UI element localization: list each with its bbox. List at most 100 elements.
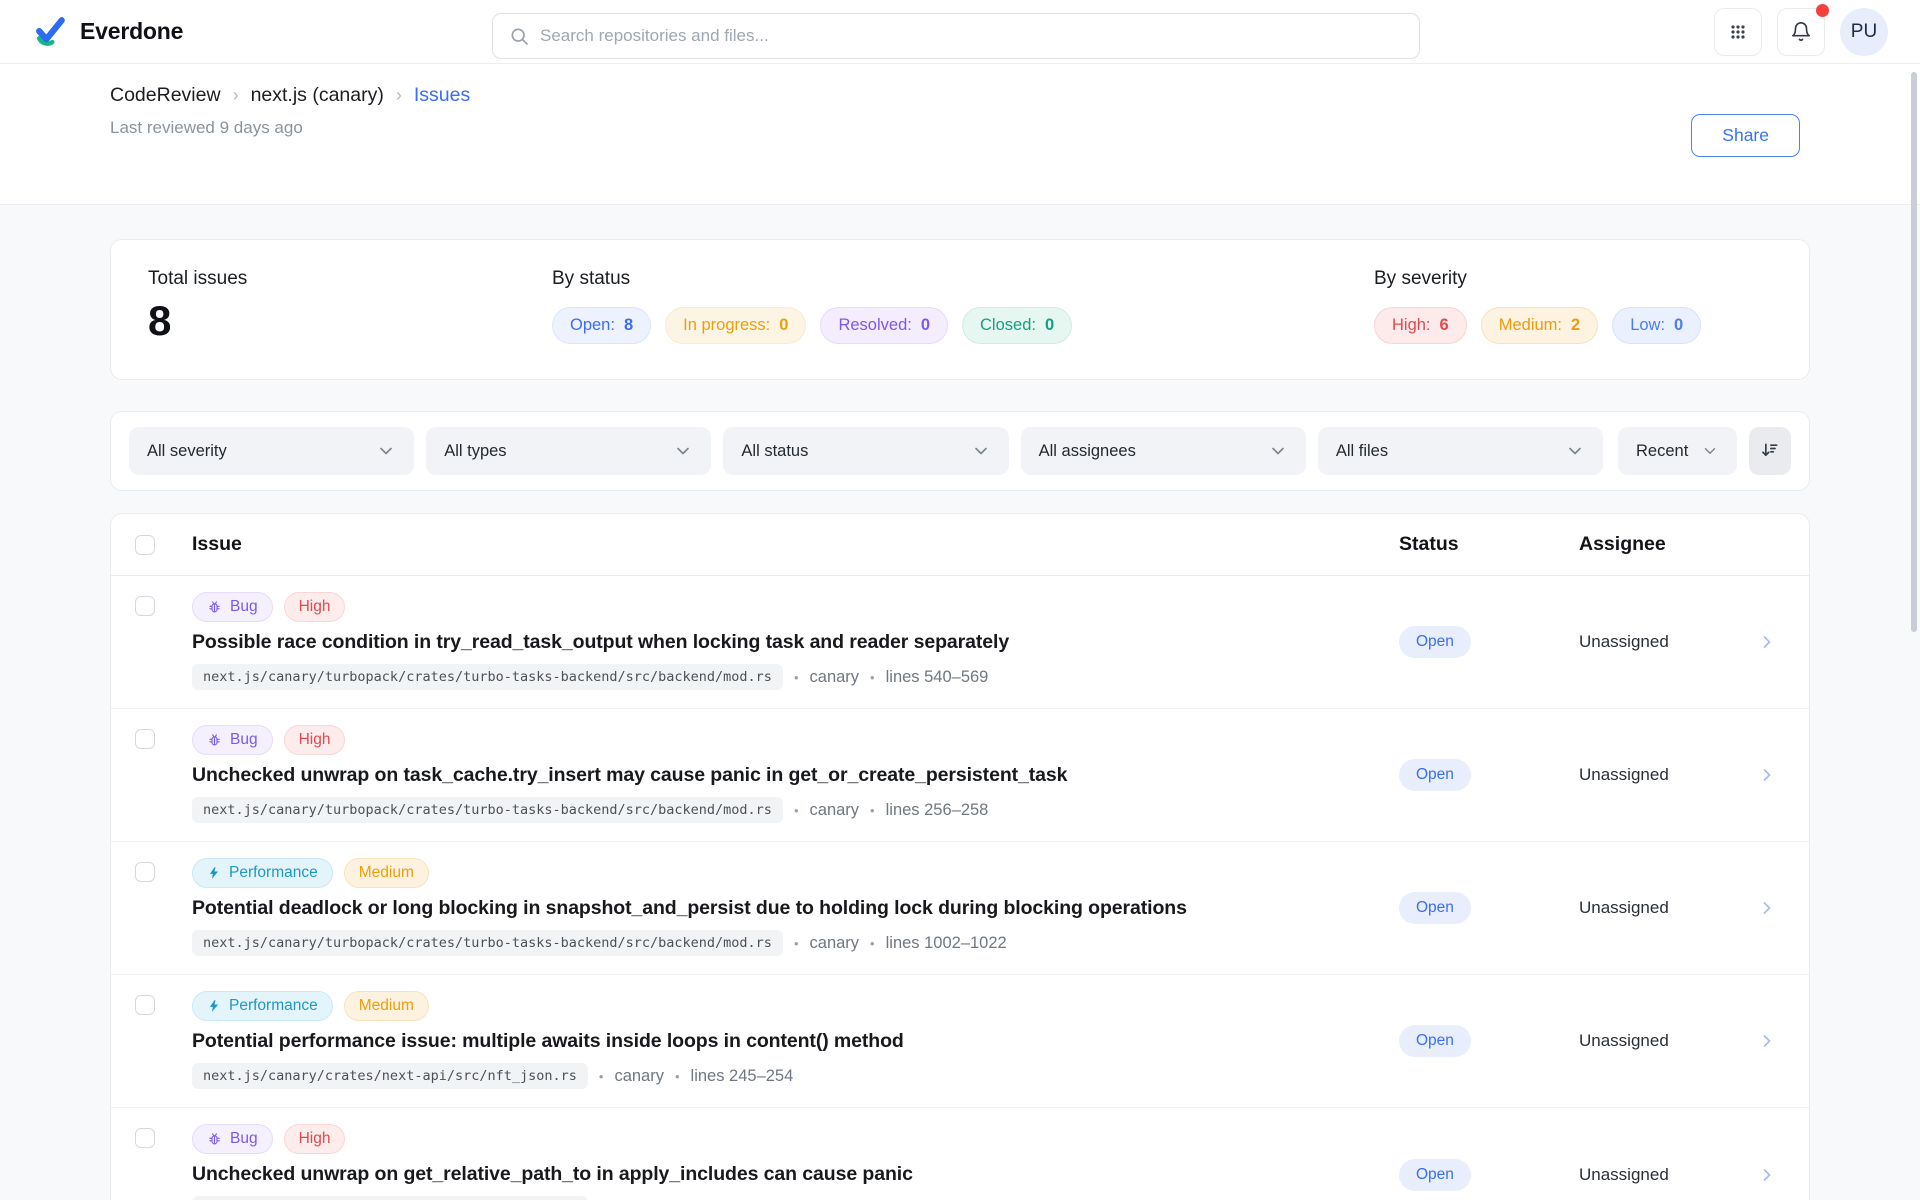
lightning-bolt-icon: [207, 999, 221, 1013]
chevron-right-icon[interactable]: [1757, 1165, 1809, 1185]
by-severity-label: By severity: [1374, 268, 1772, 290]
lightning-bolt-icon: [207, 866, 221, 880]
line-range: lines 540–569: [886, 668, 989, 687]
meta-dot: •: [870, 936, 875, 951]
brand-logo[interactable]: Everdone: [32, 14, 183, 50]
filters-bar: All severity All types All status All as…: [110, 411, 1810, 491]
line-range: lines 245–254: [691, 1067, 794, 1086]
global-search[interactable]: [492, 13, 1420, 59]
branch-name: canary: [810, 934, 860, 953]
chevron-right-icon[interactable]: [1757, 632, 1809, 652]
column-header-status: Status: [1399, 533, 1579, 556]
chevron-right-icon[interactable]: [1757, 765, 1809, 785]
severity-pill-low: Low:0: [1612, 307, 1701, 344]
share-button[interactable]: Share: [1691, 114, 1800, 157]
table-header-row: Issue Status Assignee: [111, 514, 1809, 576]
meta-dot: •: [794, 803, 799, 818]
assignee-value: Unassigned: [1579, 1031, 1757, 1051]
sort-descending-icon: [1760, 441, 1780, 461]
select-all-checkbox[interactable]: [135, 535, 155, 555]
line-range: lines 1002–1022: [886, 934, 1007, 953]
row-checkbox[interactable]: [135, 596, 155, 616]
chevron-down-icon: [1565, 441, 1585, 461]
chevron-down-icon: [971, 441, 991, 461]
filter-severity-dropdown[interactable]: All severity: [129, 427, 414, 475]
breadcrumb-repo[interactable]: next.js (canary): [251, 84, 384, 107]
table-row[interactable]: Bug High Unchecked unwrap on task_cache.…: [111, 709, 1809, 842]
table-row[interactable]: Bug High Unchecked unwrap on get_relativ…: [111, 1108, 1809, 1200]
apps-grid-icon: [1728, 22, 1748, 42]
user-avatar[interactable]: PU: [1840, 8, 1888, 56]
row-checkbox[interactable]: [135, 729, 155, 749]
severity-badge-high: High: [284, 592, 346, 622]
meta-dot: •: [675, 1069, 680, 1084]
chevron-down-icon: [673, 441, 693, 461]
file-path: next.js/canary/crates/next-api/src/nft_j…: [192, 1196, 588, 1200]
branch-name: canary: [614, 1067, 664, 1086]
severity-pill-medium: Medium:2: [1481, 307, 1598, 344]
filter-assignees-dropdown[interactable]: All assignees: [1021, 427, 1306, 475]
type-badge-performance: Performance: [192, 858, 333, 888]
assignee-value: Unassigned: [1579, 632, 1757, 652]
column-header-assignee: Assignee: [1579, 533, 1757, 556]
breadcrumb-codereview[interactable]: CodeReview: [110, 84, 221, 107]
issue-title[interactable]: Unchecked unwrap on task_cache.try_inser…: [192, 764, 1379, 787]
meta-dot: •: [794, 936, 799, 951]
status-pill-closed: Closed:0: [962, 307, 1072, 344]
severity-pill-high: High:6: [1374, 307, 1467, 344]
notifications-button[interactable]: [1777, 8, 1825, 56]
top-bar: Everdone: [0, 0, 1920, 64]
file-path: next.js/canary/turbopack/crates/turbo-ta…: [192, 797, 783, 823]
status-badge: Open: [1399, 1025, 1471, 1057]
by-status-label: By status: [552, 268, 1374, 290]
filter-types-dropdown[interactable]: All types: [426, 427, 711, 475]
page-header-section: CodeReview › next.js (canary) › Issues L…: [0, 64, 1920, 205]
total-issues-label: Total issues: [148, 268, 552, 290]
row-checkbox[interactable]: [135, 1128, 155, 1148]
status-pill-in-progress: In progress:0: [665, 307, 806, 344]
notification-badge: [1816, 4, 1829, 17]
breadcrumb-issues[interactable]: Issues: [414, 84, 470, 107]
page-scrollbar[interactable]: [1911, 72, 1917, 632]
issue-title[interactable]: Potential deadlock or long blocking in s…: [192, 897, 1379, 920]
apps-grid-button[interactable]: [1714, 8, 1762, 56]
type-badge-performance: Performance: [192, 991, 333, 1021]
meta-dot: •: [870, 670, 875, 685]
filter-status-dropdown[interactable]: All status: [723, 427, 1008, 475]
chevron-right-icon[interactable]: [1757, 898, 1809, 918]
issue-title[interactable]: Potential performance issue: multiple aw…: [192, 1030, 1379, 1053]
status-pill-resolved: Resolved:0: [820, 307, 948, 344]
filter-files-dropdown[interactable]: All files: [1318, 427, 1603, 475]
assignee-value: Unassigned: [1579, 1165, 1757, 1185]
sort-direction-button[interactable]: [1749, 427, 1791, 475]
table-row[interactable]: Performance Medium Potential performance…: [111, 975, 1809, 1108]
type-badge-bug: Bug: [192, 725, 273, 755]
row-checkbox[interactable]: [135, 995, 155, 1015]
bug-icon: [207, 733, 222, 748]
status-badge: Open: [1399, 759, 1471, 791]
sort-order-dropdown[interactable]: Recent: [1618, 427, 1737, 475]
issue-title[interactable]: Possible race condition in try_read_task…: [192, 631, 1379, 654]
breadcrumb-separator: ›: [233, 85, 239, 106]
last-reviewed-text: Last reviewed 9 days ago: [110, 118, 1810, 138]
severity-badge-medium: Medium: [344, 991, 429, 1021]
issue-title[interactable]: Unchecked unwrap on get_relative_path_to…: [192, 1163, 1379, 1186]
chevron-down-icon: [1701, 442, 1719, 460]
file-path: next.js/canary/crates/next-api/src/nft_j…: [192, 1063, 588, 1089]
search-input[interactable]: [540, 26, 1403, 46]
bug-icon: [207, 1132, 222, 1147]
table-row[interactable]: Performance Medium Potential deadlock or…: [111, 842, 1809, 975]
branch-name: canary: [810, 668, 860, 687]
file-path: next.js/canary/turbopack/crates/turbo-ta…: [192, 930, 783, 956]
bug-icon: [207, 600, 222, 615]
total-issues-value: 8: [148, 300, 552, 342]
table-row[interactable]: Bug High Possible race condition in try_…: [111, 576, 1809, 709]
chevron-right-icon[interactable]: [1757, 1031, 1809, 1051]
assignee-value: Unassigned: [1579, 765, 1757, 785]
status-badge: Open: [1399, 626, 1471, 658]
assignee-value: Unassigned: [1579, 898, 1757, 918]
row-checkbox[interactable]: [135, 862, 155, 882]
file-path: next.js/canary/turbopack/crates/turbo-ta…: [192, 664, 783, 690]
column-header-issue: Issue: [192, 533, 1399, 556]
line-range: lines 256–258: [886, 801, 989, 820]
